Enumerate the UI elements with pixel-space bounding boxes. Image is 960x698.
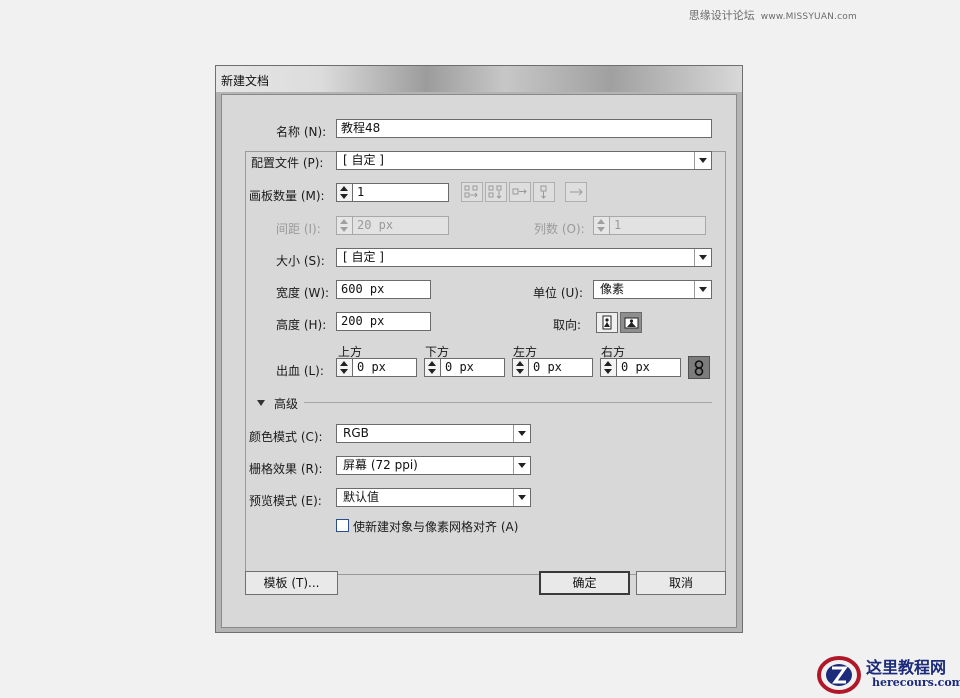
raster-effects-dropdown[interactable]: 屏幕 (72 ppi) [336, 456, 531, 475]
watermark-site-name: 思缘设计论坛 [688, 9, 755, 22]
brand-logo-icon [817, 656, 861, 694]
align-pixel-grid-label[interactable]: 使新建对象与像素网格对齐 (A) [353, 518, 518, 535]
profile-value: [ 自定 ] [343, 153, 384, 167]
bleed-label: 出血 (L): [276, 364, 324, 378]
cancel-button[interactable]: 取消 [636, 571, 726, 595]
portrait-icon [602, 315, 612, 330]
title-bar[interactable]: 新建文档 [216, 66, 742, 92]
artboards-input[interactable]: 1 [352, 183, 449, 202]
height-label: 高度 (H): [276, 318, 327, 332]
spacing-label: 间距 (I): [276, 222, 321, 236]
collapse-triangle-icon[interactable] [257, 400, 265, 406]
window-title: 新建文档 [221, 74, 270, 88]
bleed-top-input[interactable]: 0 px [352, 358, 417, 377]
new-document-window: 新建文档 名称 (N): 教程48 配置文件 (P): [ 自定 ] 画板数量 … [215, 65, 743, 633]
bleed-bottom-stepper[interactable]: 0 px [424, 358, 505, 377]
stepper-arrows-icon[interactable] [600, 358, 617, 377]
align-pixel-grid-checkbox[interactable] [336, 519, 349, 532]
arrange-by-row-icon[interactable] [509, 182, 531, 202]
chevron-down-icon [694, 249, 711, 266]
color-mode-value: RGB [343, 426, 369, 440]
orientation-label: 取向: [553, 318, 582, 332]
right-to-left-layout-icon[interactable] [565, 182, 587, 202]
chevron-down-icon [513, 489, 530, 506]
bleed-top-stepper[interactable]: 0 px [336, 358, 417, 377]
stepper-arrows-icon[interactable] [512, 358, 529, 377]
name-input[interactable]: 教程48 [336, 119, 712, 138]
portrait-button[interactable] [596, 312, 618, 333]
color-mode-dropdown[interactable]: RGB [336, 424, 531, 443]
landscape-button[interactable] [620, 312, 642, 333]
link-bleed-button[interactable] [688, 356, 710, 379]
bleed-right-input[interactable]: 0 px [616, 358, 681, 377]
bleed-bottom-input[interactable]: 0 px [440, 358, 505, 377]
columns-stepper[interactable]: 1 [593, 216, 706, 235]
templates-button[interactable]: 模板 (T)... [245, 571, 338, 595]
artboards-label: 画板数量 (M): [249, 189, 325, 203]
bleed-left-stepper[interactable]: 0 px [512, 358, 593, 377]
units-value: 像素 [600, 282, 625, 296]
preview-mode-dropdown[interactable]: 默认值 [336, 488, 531, 507]
chevron-down-icon [694, 152, 711, 169]
chevron-down-icon [694, 281, 711, 298]
chevron-down-icon [513, 425, 530, 442]
grid-by-column-icon[interactable] [485, 182, 507, 202]
advanced-divider [304, 402, 712, 403]
columns-input[interactable]: 1 [609, 216, 706, 235]
width-label: 宽度 (W): [276, 286, 330, 300]
ok-button[interactable]: 确定 [539, 571, 630, 595]
size-label: 大小 (S): [276, 254, 325, 268]
arrange-by-column-icon[interactable] [533, 182, 555, 202]
landscape-icon [624, 317, 639, 329]
preview-mode-value: 默认值 [343, 490, 380, 504]
spacing-input[interactable]: 20 px [352, 216, 449, 235]
height-input[interactable]: 200 px [336, 312, 431, 331]
watermark-top: 思缘设计论坛 www.MISSYUAN.com [689, 7, 857, 23]
raster-effects-value: 屏幕 (72 ppi) [343, 458, 418, 472]
profile-dropdown[interactable]: [ 自定 ] [336, 151, 712, 170]
bleed-left-input[interactable]: 0 px [528, 358, 593, 377]
units-dropdown[interactable]: 像素 [593, 280, 712, 299]
artboards-stepper[interactable]: 1 [336, 183, 449, 202]
grid-by-row-icon[interactable] [461, 182, 483, 202]
preview-mode-label: 预览模式 (E): [249, 494, 322, 508]
stepper-arrows-icon[interactable] [424, 358, 441, 377]
advanced-header[interactable]: 高级 [274, 395, 298, 412]
raster-effects-label: 栅格效果 (R): [249, 462, 323, 476]
brand-name: 这里教程网 [866, 658, 947, 677]
bleed-right-stepper[interactable]: 0 px [600, 358, 681, 377]
chevron-down-icon [513, 457, 530, 474]
size-dropdown[interactable]: [ 自定 ] [336, 248, 712, 267]
color-mode-label: 颜色模式 (C): [249, 430, 323, 444]
stepper-arrows-icon[interactable] [336, 216, 353, 235]
width-input[interactable]: 600 px [336, 280, 431, 299]
brand-watermark: 这里教程网 herecours.com [810, 648, 960, 698]
size-value: [ 自定 ] [343, 250, 384, 264]
profile-label: 配置文件 (P): [249, 154, 326, 171]
stepper-arrows-icon[interactable] [336, 358, 353, 377]
watermark-site-url: www.MISSYUAN.com [760, 12, 857, 22]
chain-link-icon [694, 360, 704, 376]
dialog-body: 名称 (N): 教程48 配置文件 (P): [ 自定 ] 画板数量 (M): … [221, 94, 737, 628]
name-label: 名称 (N): [276, 125, 327, 139]
units-label: 单位 (U): [533, 286, 584, 300]
stepper-arrows-icon[interactable] [593, 216, 610, 235]
columns-label: 列数 (O): [534, 222, 585, 236]
brand-url: herecours.com [872, 676, 960, 689]
spacing-stepper[interactable]: 20 px [336, 216, 449, 235]
stepper-arrows-icon[interactable] [336, 183, 353, 202]
